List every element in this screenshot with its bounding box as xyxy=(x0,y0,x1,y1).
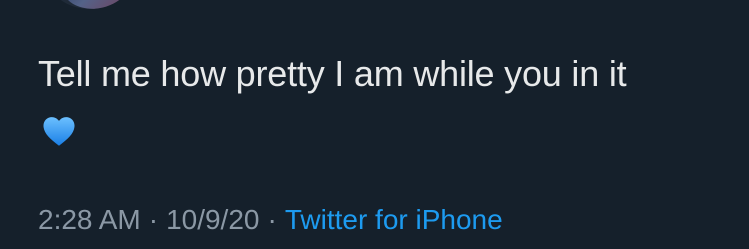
tweet-text: Tell me how pretty I am while you in it xyxy=(38,53,627,94)
avatar-image xyxy=(64,0,124,9)
tweet-source-link[interactable]: Twitter for iPhone xyxy=(285,204,503,235)
meta-separator: · xyxy=(148,204,159,235)
tweet-time[interactable]: 2:28 AM xyxy=(38,204,141,235)
meta-separator: · xyxy=(267,204,277,235)
tweet-date[interactable]: 10/9/20 xyxy=(166,204,259,235)
blue-heart-icon xyxy=(43,117,75,146)
avatar[interactable] xyxy=(48,0,132,9)
tweet-meta: 2:28 AM · 10/9/20 · Twitter for iPhone xyxy=(38,203,503,237)
